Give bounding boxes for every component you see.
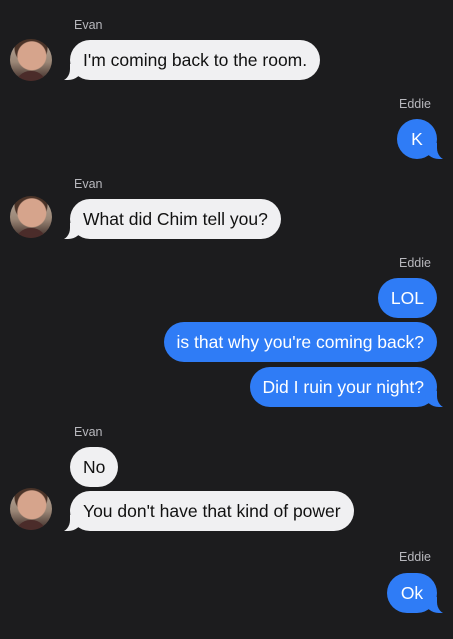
sender-name-eddie: Eddie: [399, 256, 431, 270]
message-text: LOL: [390, 288, 424, 308]
sender-name-evan: Evan: [74, 18, 103, 32]
sender-name-eddie: Eddie: [399, 550, 431, 564]
message-text: Did I ruin your night?: [262, 377, 424, 397]
message-bubble-outgoing[interactable]: Did I ruin your night?: [249, 367, 452, 408]
message-text: What did Chim tell you?: [83, 209, 268, 229]
message-text: No: [83, 457, 106, 477]
message-bubble-outgoing[interactable]: K: [397, 119, 451, 160]
message-text: You don't have that kind of power: [83, 501, 341, 521]
message-bubble-outgoing[interactable]: LOL: [377, 278, 437, 318]
message-bubble-outgoing[interactable]: Ok: [387, 573, 451, 614]
sender-name-eddie: Eddie: [399, 97, 431, 111]
message-text: I'm coming back to the room.: [83, 50, 308, 70]
sender-name-evan: Evan: [74, 425, 103, 439]
evan-avatar[interactable]: [10, 488, 52, 530]
message-bubble-outgoing[interactable]: is that why you're coming back?: [163, 322, 437, 362]
message-bubble-incoming[interactable]: I'm coming back to the room.: [55, 40, 321, 81]
message-bubble-incoming[interactable]: No: [70, 447, 119, 487]
message-bubble-incoming[interactable]: What did Chim tell you?: [56, 199, 281, 240]
message-text: is that why you're coming back?: [176, 332, 425, 352]
message-text: K: [411, 129, 423, 149]
evan-avatar[interactable]: [10, 196, 52, 238]
evan-avatar[interactable]: [10, 39, 52, 81]
message-text: Ok: [400, 583, 424, 603]
sender-name-evan: Evan: [74, 177, 103, 191]
message-bubble-incoming[interactable]: You don't have that kind of power: [56, 491, 354, 532]
